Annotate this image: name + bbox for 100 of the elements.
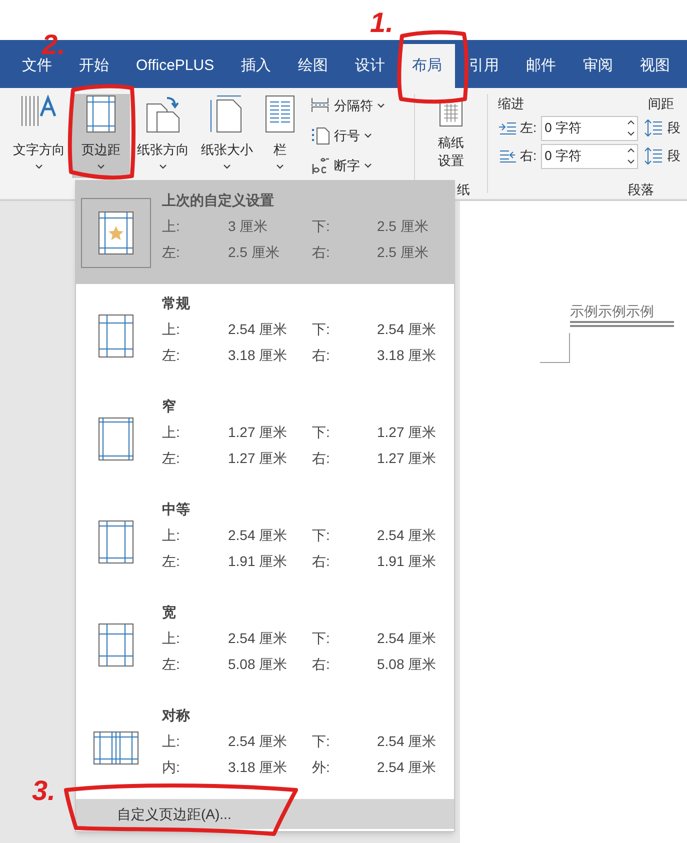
margin-label: 上: <box>162 320 181 338</box>
margin-label: 上: <box>162 732 181 750</box>
margin-option[interactable]: 对称 上: 2.54 厘米 下: 2.54 厘米 内: 3.18 厘米 外: 2.54 厘米 <box>76 696 454 799</box>
margin-value: 1.27 厘米 <box>377 422 438 442</box>
margin-label: 下: <box>312 216 331 236</box>
spinner-arrows-icon <box>626 118 635 138</box>
group-label: 段落 <box>628 180 654 198</box>
margin-option[interactable]: 宽 上: 2.54 厘米 下: 2.54 厘米 左: 5.08 厘米 右: 5.08 厘米 <box>76 593 454 696</box>
ribbon-tab[interactable]: 审阅 <box>570 44 626 88</box>
ribbon-tab[interactable]: 绘图 <box>285 44 342 88</box>
margin-label: 左: <box>162 552 181 570</box>
field-label: 左: <box>520 119 537 138</box>
margin-option[interactable]: 中等 上: 2.54 厘米 下: 2.54 厘米 左: 1.91 厘米 右: 1.91 厘米 <box>76 490 454 593</box>
margin-value: 3 厘米 <box>228 216 269 236</box>
section-label: 间距 <box>648 95 674 113</box>
margin-option[interactable]: 常规 上: 2.54 厘米 下: 2.54 厘米 左: 3.18 厘米 右: 3.18 厘米 <box>76 284 454 387</box>
option-title: 对称 <box>162 706 191 725</box>
margin-value: 1.91 厘米 <box>377 552 438 570</box>
margin-value: 2.54 厘米 <box>377 320 438 338</box>
ribbon-tab[interactable]: 设计 <box>342 44 398 88</box>
indent-right-icon <box>498 149 516 163</box>
margin-value: 1.27 厘米 <box>228 422 288 442</box>
ribbon-button[interactable]: 纸张方向 <box>132 94 194 178</box>
margin-value: 1.27 厘米 <box>228 448 288 468</box>
field-label: 段 <box>668 147 681 166</box>
margin-value: 2.54 厘米 <box>377 758 438 776</box>
ribbon-tab[interactable]: 布局 <box>399 44 456 88</box>
spacing-icon <box>644 118 664 138</box>
margin-option[interactable]: 窄 上: 1.27 厘米 下: 1.27 厘米 左: 1.27 厘米 右: 1.27 厘米 <box>76 387 454 490</box>
field-label: 右: <box>520 147 537 166</box>
spinner-field[interactable]: 0 字符 <box>540 116 638 140</box>
ribbon-tab[interactable]: 插入 <box>228 44 284 88</box>
page-star-icon <box>98 210 134 254</box>
ribbon-tab[interactable]: OfficePLUS <box>123 44 228 88</box>
option-title: 宽 <box>162 603 177 622</box>
ribbon-button[interactable]: 行号 <box>310 124 414 148</box>
margin-value: 2.5 厘米 <box>377 216 430 236</box>
margin-value: 3.18 厘米 <box>228 758 288 776</box>
margin-label: 下: <box>312 526 331 544</box>
margin-value: 3.18 厘米 <box>377 346 438 364</box>
margin-value: 2.54 厘米 <box>228 732 288 750</box>
margin-value: 2.54 厘米 <box>228 628 288 648</box>
margin-label: 左: <box>162 448 181 468</box>
field-label: 段 <box>668 119 681 138</box>
margin-label: 上: <box>162 628 181 648</box>
margin-label: 右: <box>312 346 331 364</box>
corner-mark <box>540 333 570 363</box>
page-margins-icon <box>98 416 134 460</box>
page-margins-icon <box>98 520 134 564</box>
ribbon-button[interactable]: 分隔符 <box>310 94 414 118</box>
line-numbers-icon <box>310 126 330 146</box>
margin-value: 2.5 厘米 <box>228 242 280 262</box>
ribbon-button[interactable]: 文字方向 <box>8 94 70 178</box>
margin-label: 下: <box>312 422 331 442</box>
dropdown-caret-icon <box>159 164 167 170</box>
margin-value: 5.08 厘米 <box>228 654 288 674</box>
dropdown-caret-icon <box>364 133 372 139</box>
dropdown-caret-icon <box>223 164 231 170</box>
margin-label: 下: <box>312 732 331 750</box>
spinner-arrows-icon <box>626 146 635 166</box>
option-title: 窄 <box>162 397 177 416</box>
indent-left-icon <box>498 121 516 135</box>
annotation-number: 3. <box>32 775 56 806</box>
margin-option[interactable]: 上次的自定义设置 上: 3 厘米 下: 2.5 厘米 左: 2.5 厘米 右: 2.5 厘米 <box>76 181 454 284</box>
margin-label: 右: <box>312 448 331 468</box>
dropdown-caret-icon <box>276 164 284 170</box>
margin-label: 左: <box>162 346 181 364</box>
ribbon-tab[interactable]: 邮件 <box>513 44 570 88</box>
ribbon-tab[interactable]: 开始 <box>66 44 122 88</box>
margin-value: 1.91 厘米 <box>228 552 288 570</box>
margin-label: 下: <box>312 320 331 338</box>
manuscript-settings-button[interactable]: 稿纸设置 <box>436 98 466 170</box>
margin-label: 上: <box>162 526 181 544</box>
ribbon-button[interactable]: 栏 <box>260 94 300 178</box>
option-title: 上次的自定义设置 <box>162 191 275 210</box>
document-text: 示例示例示例 <box>570 301 674 327</box>
margin-value: 2.5 厘米 <box>377 242 430 262</box>
margin-value: 2.54 厘米 <box>377 732 438 750</box>
option-title: 中等 <box>162 500 191 519</box>
ribbon-tab[interactable]: 引用 <box>456 44 512 88</box>
dropdown-caret-icon <box>377 103 385 109</box>
page-margins-icon <box>98 314 134 358</box>
ribbon-button[interactable]: 断字 <box>310 154 414 178</box>
ribbon-button[interactable]: 页边距 <box>72 94 130 178</box>
hyphenation-icon <box>310 156 330 176</box>
margin-value: 1.27 厘米 <box>377 448 438 468</box>
ribbon-button[interactable]: 纸张大小 <box>196 94 258 178</box>
group-label: 纸 <box>457 180 470 198</box>
dropdown-caret-icon <box>35 164 43 170</box>
dropdown-caret-icon <box>97 164 105 170</box>
margin-label: 右: <box>312 654 331 674</box>
ribbon-tab[interactable]: 视图 <box>627 44 684 88</box>
spinner-field[interactable]: 0 字符 <box>540 144 638 168</box>
dropdown-caret-icon <box>364 163 372 169</box>
custom-margins-button[interactable]: 自定义页边距(A)... <box>76 799 454 829</box>
margin-value: 2.54 厘米 <box>228 320 288 338</box>
margin-value: 2.54 厘米 <box>377 628 438 648</box>
section-label: 缩进 <box>498 95 525 113</box>
margin-label: 内: <box>162 758 181 776</box>
margin-value: 2.54 厘米 <box>228 526 288 544</box>
